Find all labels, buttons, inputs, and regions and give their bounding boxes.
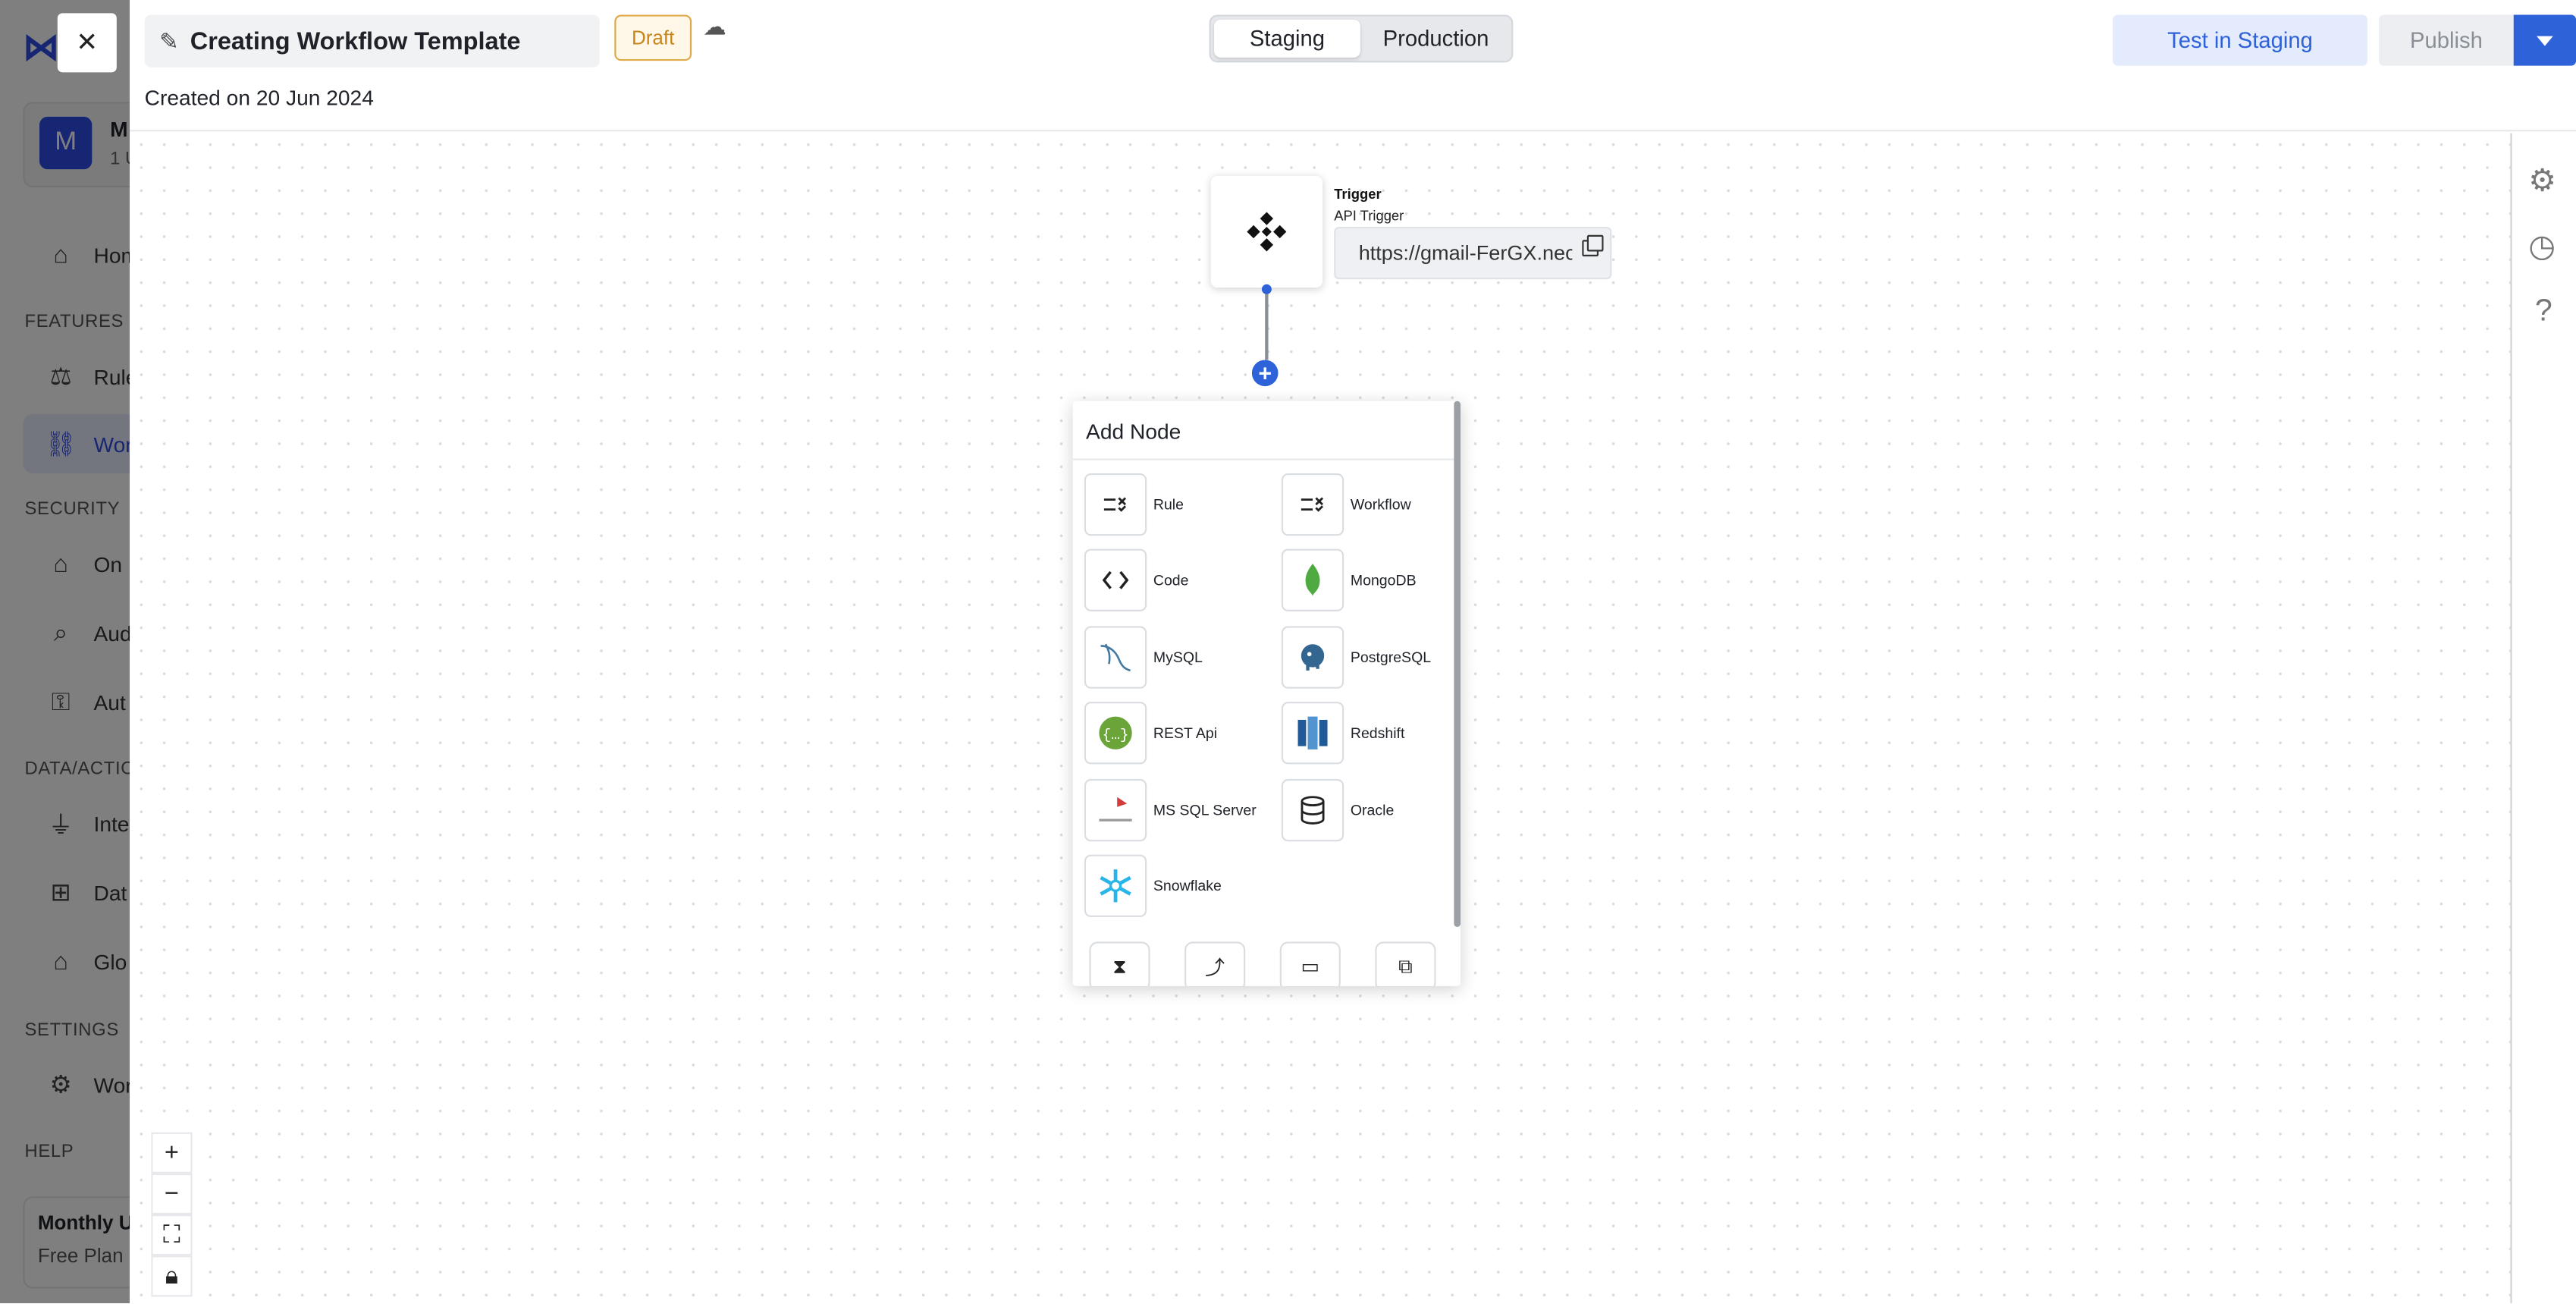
node-option-label: Snowflake — [1153, 877, 1222, 894]
node-option-mssql[interactable]: MS SQL Server — [1084, 778, 1265, 844]
mssql-icon — [1084, 778, 1147, 842]
fit-view-button[interactable]: ⛶ — [151, 1214, 193, 1256]
right-rail: ⚙ ◷ ? — [2510, 133, 2576, 1304]
connector-edge — [1265, 288, 1268, 360]
lock-icon: 🔒︎ — [165, 1262, 179, 1290]
edit-icon: ✎ — [159, 27, 179, 54]
mysql-icon — [1084, 626, 1147, 689]
tab-staging[interactable]: Staging — [1214, 19, 1360, 58]
status-badge: Draft — [614, 14, 692, 61]
trigger-node[interactable] — [1210, 175, 1323, 288]
svg-text:{…}: {…} — [1103, 727, 1129, 743]
publish-button[interactable]: Publish — [2379, 14, 2514, 66]
settings-gear-icon[interactable]: ⚙ — [2528, 162, 2556, 200]
rectangle-icon[interactable]: ▭ — [1279, 941, 1341, 986]
add-node-button[interactable]: + — [1251, 360, 1279, 387]
rule-icon — [1084, 473, 1147, 536]
node-option-rest-api[interactable]: {…} REST Api — [1084, 700, 1265, 766]
api-trigger-icon — [1247, 212, 1287, 252]
editor-header: ✎ Creating Workflow Template Draft ☁ Cre… — [130, 0, 2576, 132]
trigger-type: API Trigger — [1334, 206, 1404, 224]
node-option-mongodb[interactable]: MongoDB — [1281, 547, 1461, 613]
node-option-label: MS SQL Server — [1153, 802, 1257, 819]
node-option-redshift[interactable]: Redshift — [1281, 700, 1461, 766]
workflow-tree-icon[interactable]: ⧉ — [1375, 941, 1436, 986]
node-option-oracle[interactable]: Oracle — [1281, 778, 1461, 844]
connector-handle — [1261, 284, 1272, 294]
app-root: ⋈ M M 1 U ⌂Hom FEATURES ⚖Rule ⛓Wor SECUR… — [0, 0, 2576, 1304]
node-option-label: MongoDB — [1350, 571, 1417, 589]
publish-dropdown-button[interactable] — [2513, 14, 2576, 66]
trigger-url: https://gmail-FerGX.nected — [1358, 241, 1573, 265]
environment-toggle: Staging Production — [1209, 14, 1514, 63]
branch-icon[interactable]: ⤴ — [1184, 941, 1246, 986]
rest-api-icon: {…} — [1084, 702, 1147, 765]
workflow-icon — [1281, 473, 1344, 536]
redshift-icon — [1281, 702, 1344, 765]
history-settings-icon[interactable]: ◷ — [2528, 228, 2556, 266]
created-date: Created on 20 Jun 2024 — [144, 85, 374, 111]
postgresql-icon — [1281, 626, 1344, 689]
mongodb-icon — [1281, 548, 1344, 611]
node-option-snowflake[interactable]: Snowflake — [1084, 853, 1265, 919]
hourglass-icon[interactable]: ⧗ — [1089, 941, 1150, 986]
add-node-title: Add Node — [1072, 401, 1461, 460]
node-option-label: REST Api — [1153, 724, 1218, 742]
zoom-out-button[interactable]: − — [151, 1173, 193, 1215]
workflow-title: Creating Workflow Template — [190, 27, 521, 55]
oracle-icon — [1281, 778, 1344, 842]
snowflake-icon — [1084, 854, 1147, 917]
modal-overlay — [0, 0, 130, 1304]
add-node-panel: Add Node Rule Workflow Code MongoDB MySQ… — [1072, 401, 1461, 986]
code-icon — [1084, 548, 1147, 611]
close-button[interactable]: ✕ — [57, 13, 117, 73]
lock-button[interactable]: 🔒︎ — [151, 1255, 193, 1297]
node-option-rule[interactable]: Rule — [1084, 472, 1265, 538]
minus-icon: − — [164, 1180, 179, 1208]
close-icon: ✕ — [76, 29, 99, 58]
copy-icon[interactable] — [1582, 234, 1604, 256]
plus-icon: + — [164, 1139, 179, 1167]
zoom-in-button[interactable]: + — [151, 1132, 193, 1174]
node-option-label: Redshift — [1350, 724, 1405, 742]
node-option-postgresql[interactable]: PostgreSQL — [1281, 624, 1461, 690]
test-in-staging-button[interactable]: Test in Staging — [2113, 14, 2367, 66]
fit-view-icon: ⛶ — [162, 1221, 180, 1249]
node-option-mysql[interactable]: MySQL — [1084, 624, 1265, 690]
node-option-code[interactable]: Code — [1084, 547, 1265, 613]
title-field[interactable]: ✎ Creating Workflow Template — [144, 14, 600, 68]
node-option-label: MySQL — [1153, 649, 1203, 666]
node-option-label: Workflow — [1350, 496, 1411, 513]
node-option-workflow[interactable]: Workflow — [1281, 472, 1461, 538]
cloud-icon: ☁ — [703, 13, 726, 39]
node-option-label: PostgreSQL — [1350, 649, 1432, 666]
node-option-label: Rule — [1153, 496, 1184, 513]
trigger-url-field[interactable]: https://gmail-FerGX.nected — [1334, 226, 1612, 280]
trigger-label: Trigger — [1334, 185, 1382, 203]
node-option-label: Code — [1153, 571, 1189, 589]
help-icon[interactable]: ? — [2535, 294, 2552, 331]
node-option-label: Oracle — [1350, 802, 1395, 819]
chevron-down-icon — [2537, 35, 2553, 46]
tab-production[interactable]: Production — [1363, 20, 1508, 58]
workflow-editor-modal: ✎ Creating Workflow Template Draft ☁ Cre… — [130, 0, 2576, 1304]
